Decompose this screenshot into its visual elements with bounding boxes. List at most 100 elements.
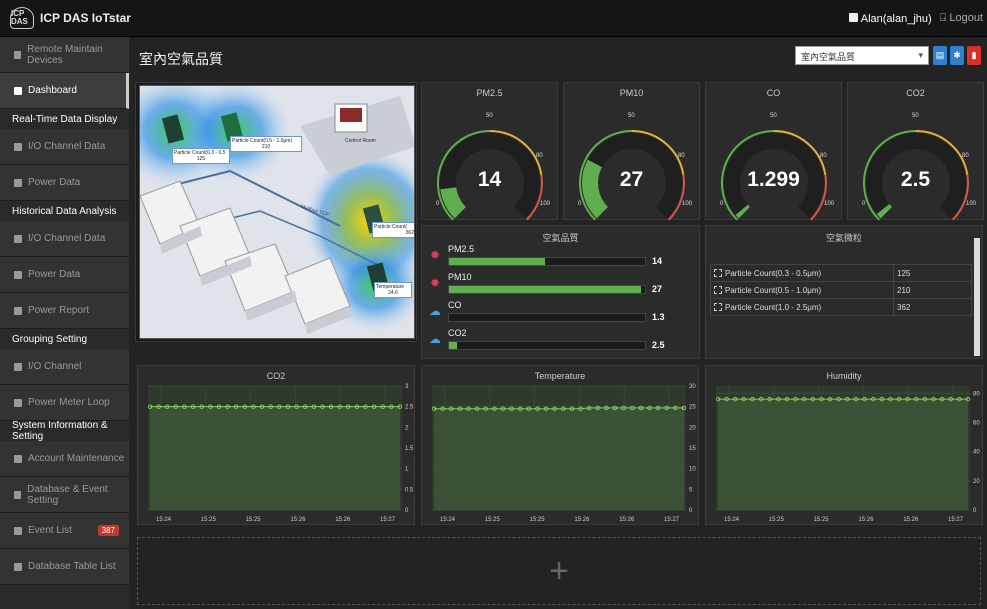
sidebar-item-label: Database & Event Setting bbox=[27, 483, 108, 506]
sensor-label-pc1[interactable]: Particle Count(0.3 - 0.5 125 bbox=[172, 148, 230, 164]
y-tick-label: 40 bbox=[973, 450, 980, 456]
air-quality-row: ✸ PM10 27 bbox=[426, 272, 688, 300]
table-row: Particle Count(1.0 - 2.5μm) 362 bbox=[710, 298, 972, 316]
dashboard-select[interactable]: 室內空氣品質 ▾ bbox=[795, 46, 929, 65]
dashboard-select-value: 室內空氣品質 bbox=[801, 52, 856, 62]
menu-icon bbox=[14, 562, 22, 571]
gauge-title: PM2.5 bbox=[476, 88, 503, 98]
gauge-tick-label: 80 bbox=[678, 153, 685, 159]
logout-link[interactable]: ⍈ Logout bbox=[940, 12, 983, 25]
air-quality-title: 空氣品質 bbox=[542, 233, 579, 243]
sidebar-item[interactable]: Power Meter Loop bbox=[0, 385, 129, 421]
line-chart-panel: Temperature 0 5 10 15 20 25 30 15:24 15:25 15:25 15… bbox=[421, 365, 699, 525]
gauge-tick-label: 100 bbox=[682, 201, 693, 207]
gauge-tick-label: 80 bbox=[536, 153, 543, 159]
air-quality-bar bbox=[448, 341, 646, 350]
icp-das-logo-icon: ICP DAS bbox=[10, 7, 34, 29]
air-quality-bar-fill bbox=[449, 258, 546, 265]
air-quality-label: CO2 bbox=[448, 328, 467, 338]
sidebar-item[interactable]: I/O Channel Data bbox=[0, 129, 129, 165]
air-quality-bar-fill bbox=[449, 286, 642, 293]
air-quality-value: 14 bbox=[652, 256, 663, 266]
sidebar-item-label: Remote Maintain Devices bbox=[27, 43, 103, 66]
sidebar-item-label: Dashboard bbox=[28, 85, 77, 96]
settings-button[interactable]: ✱ bbox=[950, 46, 964, 65]
x-tick-label: 15:25 bbox=[814, 517, 830, 523]
air-quality-value: 2.5 bbox=[652, 340, 665, 350]
gauge-tick-label: 100 bbox=[540, 201, 551, 207]
y-tick-label: 0 bbox=[973, 508, 977, 514]
x-tick-label: 15:25 bbox=[530, 517, 546, 523]
gauge-value: 14 bbox=[477, 168, 502, 191]
main-content: 室內空氣品質 室內空氣品質 ▾ ▤ ✱ ▮ Particle Count(0.3… bbox=[129, 37, 987, 609]
control-room-label: Control Room bbox=[345, 138, 376, 144]
gauge-dial bbox=[579, 130, 685, 221]
series-area bbox=[434, 407, 684, 510]
y-tick-label: 15 bbox=[689, 446, 696, 452]
gauge-panel: CO 0 50 80 100 1.299 bbox=[705, 82, 842, 221]
gauge-tick-label: 80 bbox=[820, 153, 827, 159]
y-tick-label: 25 bbox=[689, 405, 696, 411]
file-icon: ▤ bbox=[935, 50, 945, 60]
air-quality-row: ☁ CO 1.3 bbox=[426, 300, 688, 328]
sidebar-item[interactable]: Power Data bbox=[0, 257, 129, 293]
gauge-value-fill bbox=[735, 204, 751, 219]
app-logo[interactable]: ICP DAS ICP DAS IoTstar bbox=[10, 7, 131, 29]
dust-icon bbox=[714, 286, 722, 295]
sidebar-item[interactable]: Dashboard bbox=[0, 73, 129, 109]
event-count-badge: 387 bbox=[97, 525, 119, 536]
co-cloud-icon: ☁ bbox=[429, 304, 441, 318]
sidebar-item-label: I/O Channel Data bbox=[28, 233, 106, 244]
line-chart: 0 20 40 60 80 15:24 15:25 15:25 15:26 15:26 15:27 bbox=[715, 386, 980, 523]
sensor-label-pc2[interactable]: Particle Count(0.5 - 1.0μm) 210 bbox=[230, 136, 302, 152]
add-widget-area[interactable]: + bbox=[137, 537, 981, 605]
sidebar-item[interactable]: Database Table List bbox=[0, 549, 129, 585]
gauge-tick-label: 0 bbox=[578, 201, 582, 207]
gauge-title: PM10 bbox=[619, 88, 644, 98]
gauge-panel: CO2 0 50 80 100 2.5 bbox=[847, 82, 984, 221]
user-icon bbox=[848, 12, 858, 22]
sidebar-item[interactable]: Account Maintenance bbox=[0, 441, 129, 477]
page-title: 室內空氣品質 bbox=[139, 51, 223, 67]
x-tick-label: 15:24 bbox=[440, 517, 456, 523]
particle-label: Particle Count(0.3 - 0.5μm) bbox=[725, 268, 822, 278]
sidebar-item[interactable]: I/O Channel bbox=[0, 349, 129, 385]
trash-icon: ▮ bbox=[971, 50, 977, 60]
gauge-value: 27 bbox=[619, 168, 644, 191]
y-tick-label: 20 bbox=[973, 479, 980, 485]
sidebar-item[interactable]: Power Data bbox=[0, 165, 129, 201]
sidebar-item[interactable]: Event List 387 bbox=[0, 513, 129, 549]
particle-label: Particle Count(1.0 - 2.5μm) bbox=[725, 302, 822, 312]
sensor-label-temp[interactable]: Temperature 24.6 bbox=[374, 282, 412, 298]
delete-button[interactable]: ▮ bbox=[967, 46, 981, 65]
y-tick-label: 5 bbox=[689, 487, 693, 493]
sidebar-item[interactable]: Remote Maintain Devices bbox=[0, 37, 129, 73]
co2-cloud-icon: ☁ bbox=[429, 332, 441, 346]
sidebar-item[interactable]: Power Report bbox=[0, 293, 129, 329]
sensor-label-pc3[interactable]: Particle Count(362 bbox=[372, 222, 414, 238]
sidebar-section-heading: Historical Data Analysis bbox=[0, 201, 129, 221]
y-tick-label: 0.5 bbox=[405, 487, 414, 493]
sidebar-item-label: Power Meter Loop bbox=[28, 397, 110, 408]
particles-scrollbar[interactable] bbox=[974, 238, 980, 356]
line-chart-panel: Humidity 0 20 40 60 80 15:24 15:25 15:25 15:26 15:… bbox=[705, 365, 983, 525]
table-row: Particle Count(0.5 - 1.0μm) 210 bbox=[710, 281, 972, 299]
particle-value: 125 bbox=[893, 264, 972, 282]
x-tick-label: 15:25 bbox=[769, 517, 785, 523]
file-button[interactable]: ▤ bbox=[933, 46, 947, 65]
sidebar-item-label: I/O Channel bbox=[28, 361, 82, 372]
x-tick-label: 15:25 bbox=[246, 517, 262, 523]
menu-icon bbox=[14, 526, 22, 535]
sidebar-item-label: I/O Channel Data bbox=[28, 141, 106, 152]
user-menu[interactable]: Alan(alan_jhu) bbox=[848, 12, 932, 25]
x-tick-label: 15:24 bbox=[724, 517, 740, 523]
air-quality-bar bbox=[448, 257, 646, 266]
dust-icon bbox=[714, 303, 722, 312]
sidebar-item[interactable]: I/O Channel Data bbox=[0, 221, 129, 257]
sidebar-item[interactable]: Database & Event Setting bbox=[0, 477, 129, 513]
gauge-tick-label: 0 bbox=[720, 201, 724, 207]
x-tick-label: 15:27 bbox=[948, 517, 964, 523]
gauge-value: 2.5 bbox=[900, 168, 931, 191]
menu-icon bbox=[14, 234, 22, 243]
air-quality-row: ☁ CO2 2.5 bbox=[426, 328, 688, 356]
